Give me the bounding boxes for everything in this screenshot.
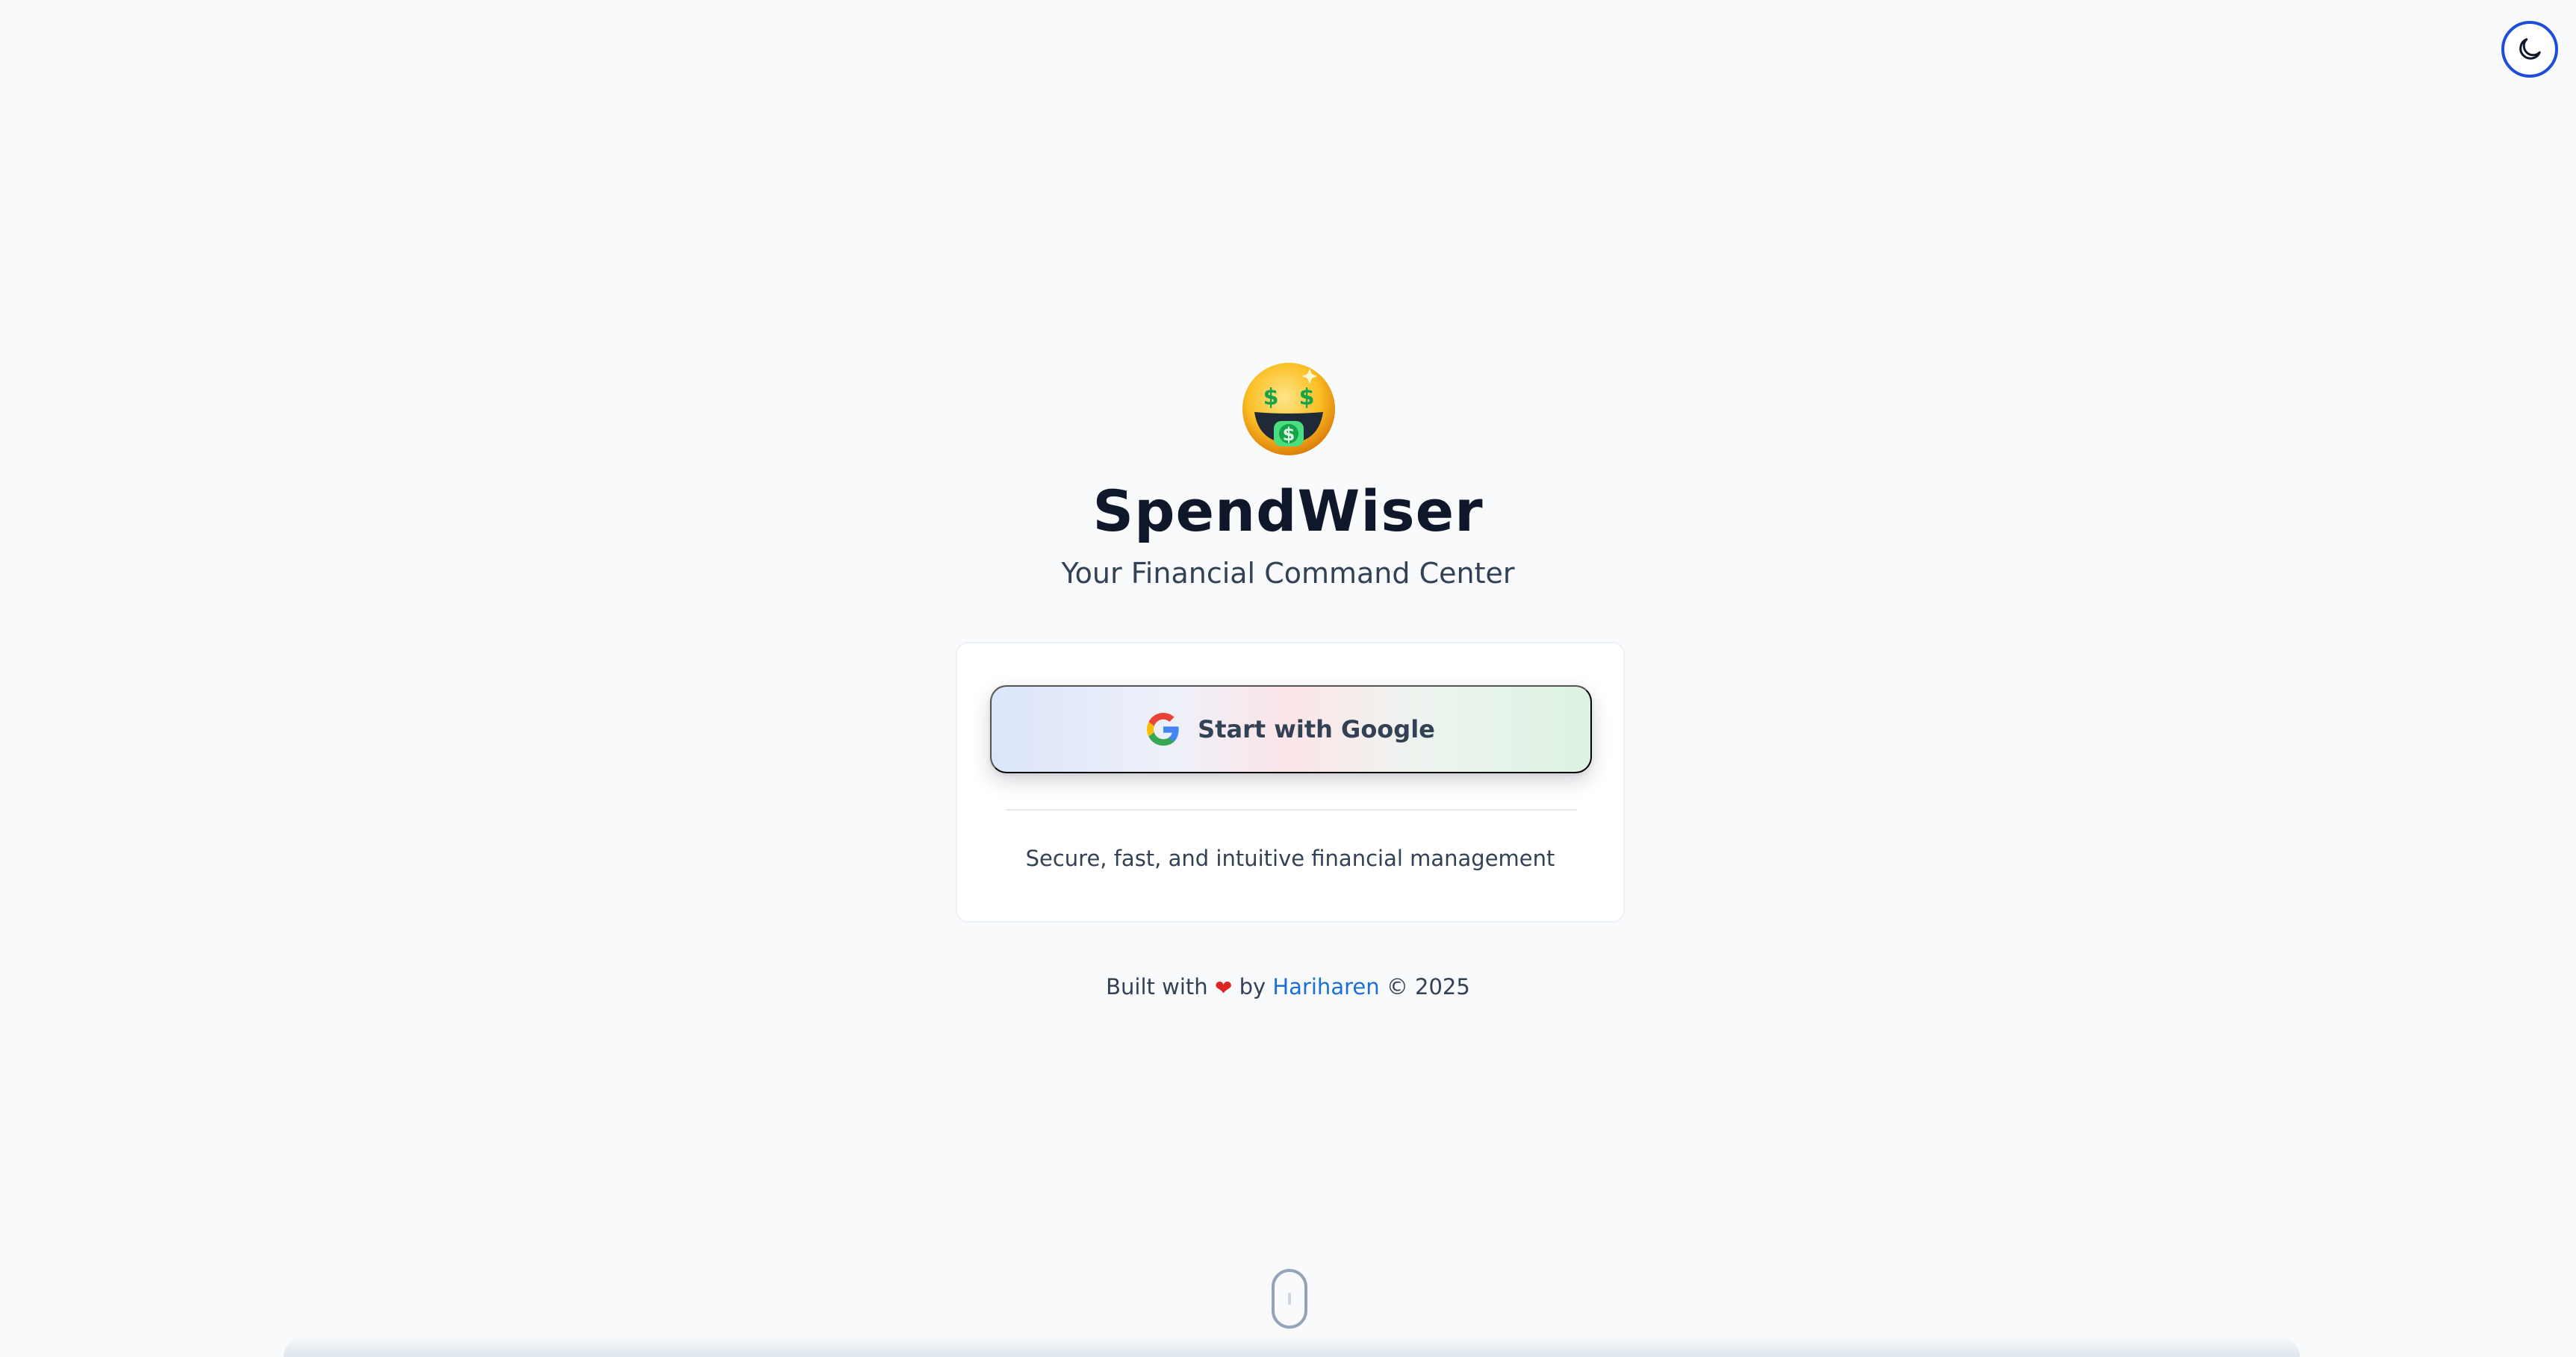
svg-text:$: $ bbox=[1299, 384, 1315, 411]
footer-by: by bbox=[1239, 974, 1266, 999]
card-divider bbox=[1007, 809, 1577, 811]
heart-icon: ❤ bbox=[1214, 976, 1233, 1000]
svg-text:$: $ bbox=[1283, 424, 1295, 445]
footer: Built with ❤ by Hariharen © 2025 bbox=[0, 972, 2576, 1003]
card-caption: Secure, fast, and intuitive financial ma… bbox=[1025, 846, 1555, 871]
scroll-wheel bbox=[1288, 1293, 1291, 1305]
mouse-scroll-icon bbox=[1272, 1269, 1307, 1329]
money-mouth-face-icon: $ $ $ bbox=[1242, 363, 1335, 455]
bottom-panel-edge bbox=[284, 1336, 2300, 1357]
theme-toggle-button[interactable] bbox=[2501, 21, 2558, 78]
login-card: Start with Google Secure, fast, and intu… bbox=[956, 642, 1625, 923]
moon-icon bbox=[2519, 38, 2541, 60]
google-button-label: Start with Google bbox=[1198, 715, 1435, 743]
author-link[interactable]: Hariharen bbox=[1272, 974, 1379, 999]
app-title: SpendWiser bbox=[1092, 478, 1484, 544]
svg-text:$: $ bbox=[1263, 384, 1279, 411]
login-page: $ $ $ SpendWiser Your Financial Command … bbox=[0, 0, 2576, 1357]
google-sign-in-button[interactable]: Start with Google bbox=[990, 685, 1592, 773]
footer-copyright: © 2025 bbox=[1386, 974, 1470, 999]
app-tagline: Your Financial Command Center bbox=[1061, 557, 1515, 590]
google-g-icon bbox=[1147, 713, 1179, 746]
footer-prefix: Built with bbox=[1106, 974, 1208, 999]
